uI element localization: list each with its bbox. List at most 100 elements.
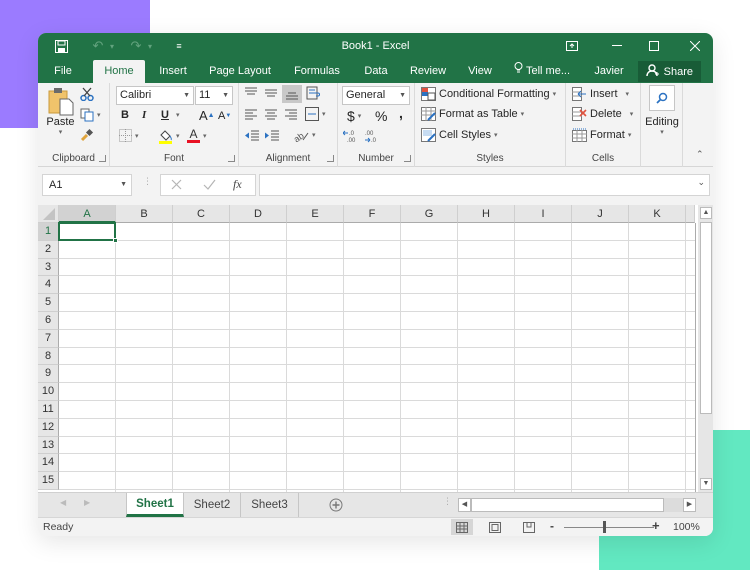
- row-header[interactable]: 2: [38, 240, 59, 259]
- column-header[interactable]: A: [59, 205, 116, 223]
- minimize-icon[interactable]: [607, 37, 627, 55]
- underline-dropdown-icon[interactable]: ▾: [176, 111, 180, 119]
- decrease-decimal-button[interactable]: .00.0: [363, 129, 379, 143]
- row-header[interactable]: 6: [38, 312, 59, 330]
- enter-check-icon[interactable]: [203, 179, 216, 193]
- decrease-indent-button[interactable]: [244, 129, 260, 141]
- vertical-scroll-thumb[interactable]: [700, 222, 712, 414]
- zoom-out-button[interactable]: -: [550, 519, 554, 533]
- zoom-in-button[interactable]: +: [652, 518, 660, 533]
- tab-split-grip-icon[interactable]: ⋮: [443, 497, 452, 506]
- editing-button[interactable]: Editing ▾: [645, 85, 679, 136]
- tab-formulas[interactable]: Formulas: [290, 60, 344, 83]
- tab-view[interactable]: View: [464, 60, 496, 83]
- increase-indent-button[interactable]: [264, 129, 280, 141]
- fill-color-button[interactable]: ▾: [158, 128, 180, 144]
- orientation-button[interactable]: ab ▾: [293, 128, 316, 142]
- column-header[interactable]: G: [401, 205, 458, 223]
- merge-center-button[interactable]: ▾: [305, 107, 326, 121]
- scroll-sheets-left-icon[interactable]: ◀: [60, 498, 66, 507]
- row-header[interactable]: 3: [38, 258, 59, 277]
- zoom-level[interactable]: 100%: [673, 521, 700, 533]
- format-painter-button[interactable]: [80, 128, 94, 142]
- row-header[interactable]: 11: [38, 401, 59, 419]
- decrease-font-size-button[interactable]: A ▼: [218, 110, 231, 122]
- row-header[interactable]: 9: [38, 365, 59, 384]
- column-header[interactable]: J: [572, 205, 629, 223]
- sheet-tab-sheet3[interactable]: Sheet3: [241, 493, 299, 517]
- font-color-button[interactable]: A ▾: [187, 128, 207, 143]
- select-all-corner[interactable]: [38, 205, 59, 223]
- paste-button[interactable]: Paste ▾: [43, 86, 78, 136]
- column-header[interactable]: F: [344, 205, 401, 223]
- format-cells-button[interactable]: Format ▾: [572, 128, 631, 142]
- tab-review[interactable]: Review: [406, 60, 450, 83]
- align-left-button[interactable]: [244, 108, 258, 120]
- scroll-up-icon[interactable]: ▲: [700, 207, 712, 219]
- name-box[interactable]: A1 ▼: [42, 174, 132, 196]
- tell-me-search[interactable]: Tell me...: [510, 60, 574, 83]
- format-as-table-button[interactable]: Format as Table ▾: [421, 107, 524, 121]
- column-header[interactable]: I: [515, 205, 572, 223]
- increase-decimal-button[interactable]: .0.00: [343, 129, 359, 143]
- row-header[interactable]: 12: [38, 418, 59, 437]
- row-header[interactable]: 15: [38, 472, 59, 490]
- bottom-align-button[interactable]: [282, 85, 302, 103]
- row-header[interactable]: 4: [38, 276, 59, 295]
- row-header[interactable]: 10: [38, 383, 59, 401]
- top-align-button[interactable]: [244, 87, 258, 99]
- tab-insert[interactable]: Insert: [152, 60, 194, 83]
- page-break-view-button[interactable]: [518, 519, 540, 535]
- scroll-left-icon[interactable]: ◀: [458, 498, 471, 512]
- font-size-combo[interactable]: 11 ▼: [195, 86, 233, 105]
- insert-function-icon[interactable]: fx: [233, 177, 242, 192]
- row-header[interactable]: 7: [38, 329, 59, 348]
- middle-align-button[interactable]: [264, 87, 278, 99]
- account-name[interactable]: Javier Flores: [578, 60, 640, 100]
- scroll-down-icon[interactable]: ▼: [700, 478, 712, 490]
- sheet-tab-sheet2[interactable]: Sheet2: [184, 493, 241, 517]
- wrap-text-button[interactable]: [306, 86, 322, 100]
- number-format-combo[interactable]: General ▼: [342, 86, 410, 105]
- italic-button[interactable]: I: [142, 109, 146, 121]
- tab-data[interactable]: Data: [358, 60, 394, 83]
- row-header[interactable]: 8: [38, 347, 59, 366]
- horizontal-scrollbar[interactable]: ◀ ▶: [458, 498, 696, 512]
- horizontal-scroll-thumb[interactable]: [471, 498, 664, 512]
- sheet-tab-sheet1[interactable]: Sheet1: [126, 493, 184, 517]
- tab-page-layout[interactable]: Page Layout: [206, 60, 274, 83]
- column-header[interactable]: H: [458, 205, 515, 223]
- expand-formula-bar-icon[interactable]: ⌄: [697, 177, 705, 188]
- row-header[interactable]: 5: [38, 294, 59, 312]
- column-header[interactable]: K: [629, 205, 686, 223]
- page-layout-view-button[interactable]: [484, 519, 506, 535]
- cancel-icon[interactable]: [171, 179, 182, 193]
- cut-button[interactable]: [80, 87, 94, 101]
- insert-cells-button[interactable]: Insert ▾: [572, 87, 629, 101]
- scroll-sheets-right-icon[interactable]: ▶: [84, 498, 90, 507]
- increase-font-size-button[interactable]: A ▲: [199, 108, 215, 123]
- column-header[interactable]: D: [230, 205, 287, 223]
- formula-input[interactable]: ⌄: [259, 174, 710, 196]
- row-header[interactable]: 13: [38, 436, 59, 455]
- underline-button[interactable]: U: [161, 109, 169, 121]
- copy-button[interactable]: ▾: [80, 108, 101, 122]
- maximize-icon[interactable]: [644, 37, 664, 55]
- row-header[interactable]: 14: [38, 454, 59, 473]
- fill-handle[interactable]: [113, 237, 118, 243]
- close-icon[interactable]: [685, 37, 705, 55]
- active-cell[interactable]: [58, 222, 116, 241]
- ribbon-display-options-icon[interactable]: [562, 37, 582, 55]
- percent-style-button[interactable]: %: [375, 108, 387, 124]
- column-header[interactable]: C: [173, 205, 230, 223]
- accounting-format-button[interactable]: $ ▾: [347, 108, 361, 124]
- tab-file[interactable]: File: [48, 60, 78, 83]
- align-center-button[interactable]: [264, 108, 278, 120]
- font-name-combo[interactable]: Calibri ▼: [116, 86, 194, 105]
- formula-bar-grip-icon[interactable]: ⋮: [143, 177, 152, 186]
- alignment-dialog-launcher[interactable]: [327, 155, 334, 162]
- font-dialog-launcher[interactable]: [228, 155, 235, 162]
- align-right-button[interactable]: [284, 108, 298, 120]
- tab-home[interactable]: Home: [93, 60, 145, 83]
- column-header[interactable]: B: [116, 205, 173, 223]
